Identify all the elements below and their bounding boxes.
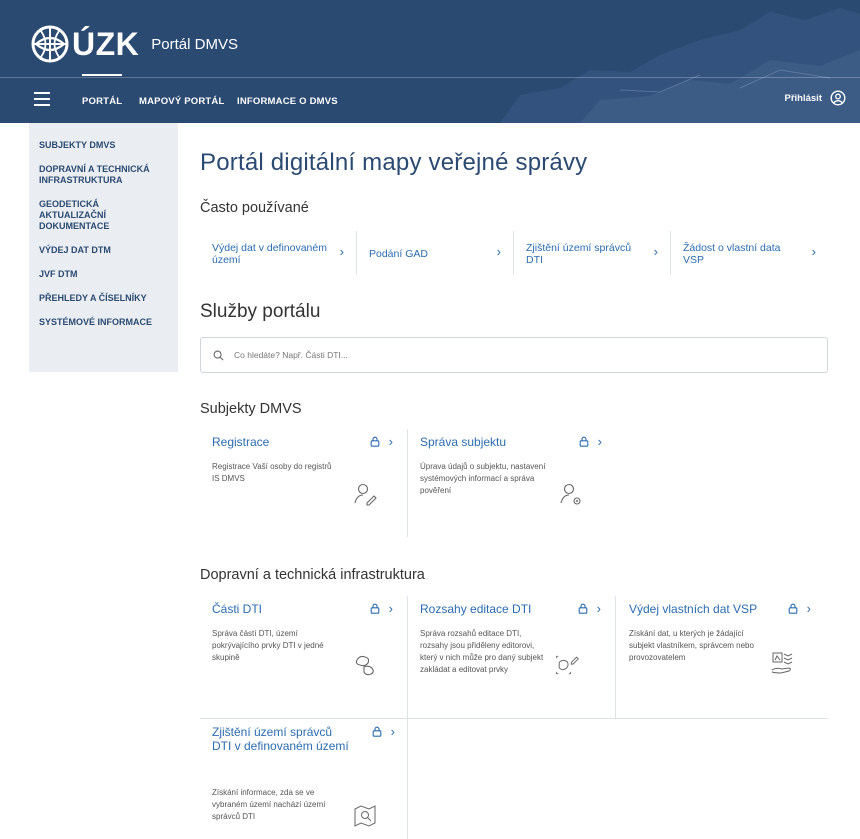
map-search-icon: [354, 805, 376, 827]
quick-links: Výdej dat v definovaném území › Podání G…: [200, 231, 830, 275]
user-edit-icon: [354, 483, 377, 506]
sidebar-item-geodetic-docs[interactable]: GEODETICKÁ AKTUALIZAČNÍ DOKUMENTACE: [29, 199, 178, 232]
card-title: Výdej vlastních dat VSP: [629, 602, 758, 616]
sidebar-item-dtm-data[interactable]: VÝDEJ DAT DTM: [29, 245, 178, 256]
sidebar-item-overviews[interactable]: PŘEHLEDY A ČÍSELNÍKY: [29, 293, 178, 304]
quick-link-label: Žádost o vlastní data VSP: [683, 242, 781, 266]
card-description: Získání informace, zda se ve vybraném úz…: [212, 788, 326, 821]
area-edit-icon: [556, 655, 579, 675]
section-heading-infrastructure: Dopravní a technická infrastruktura: [200, 567, 425, 583]
card-title: Správa subjektu: [420, 435, 507, 449]
hamburger-menu-icon[interactable]: [34, 92, 50, 106]
lock-icon: [370, 603, 380, 614]
cuzk-logo-icon: [31, 25, 69, 63]
nav-map-portal[interactable]: MAPOVÝ PORTÁL: [139, 80, 224, 123]
card-description: Získání dat, u kterých je žádající subje…: [629, 629, 754, 662]
header-divider: [0, 77, 860, 78]
quick-link-label: Výdej dat v definovaném území: [212, 242, 327, 266]
card-registration[interactable]: Registrace › Registrace Vaší osoby do re…: [200, 429, 408, 537]
login-button[interactable]: Přihlásit: [785, 90, 847, 106]
chevron-right-icon: ›: [596, 601, 601, 616]
card-description: Úprava údajů o subjektu, nastavení systé…: [420, 462, 546, 495]
user-settings-icon: [560, 483, 581, 505]
card-description: Správa rozsahů editace DTI, rozsahy jsou…: [420, 629, 544, 674]
area-group-icon: [355, 655, 374, 676]
card-vsp-own-data[interactable]: Výdej vlastních dat VSP › Získání dat, u…: [617, 596, 825, 718]
card-dti-admins-in-area[interactable]: Zjištění území správců DTI v definovaném…: [200, 719, 408, 839]
lock-icon: [370, 436, 380, 447]
card-title: Registrace: [212, 435, 270, 449]
search-input[interactable]: [234, 350, 794, 360]
sidebar-item-subjects[interactable]: SUBJEKTY DMVS: [29, 140, 178, 151]
quick-heading: Často používané: [200, 200, 309, 216]
quick-link-dti-admins[interactable]: Zjištění území správců DTI ›: [514, 231, 671, 275]
login-label: Přihlásit: [784, 92, 823, 104]
chevron-right-icon: ›: [339, 244, 344, 259]
card-dti-edit-ranges[interactable]: Rozsahy editace DTI › Správa rozsahů edi…: [408, 596, 616, 718]
card-description: Registrace Vaší osoby do registrů IS DMV…: [212, 462, 332, 483]
sidebar-item-infrastructure[interactable]: DOPRAVNÍ A TECHNICKÁ INFRASTRUKTURA: [29, 164, 178, 186]
lock-icon: [372, 726, 382, 737]
lock-icon: [788, 603, 798, 614]
chevron-right-icon: ›: [496, 244, 501, 259]
card-dti-parts[interactable]: Části DTI › Správa částí DTI, území pokr…: [200, 596, 408, 718]
user-circle-icon: [830, 90, 846, 106]
quick-link-vsp-request[interactable]: Žádost o vlastní data VSP ›: [671, 231, 828, 275]
lock-icon: [579, 436, 589, 447]
search-icon: [213, 350, 224, 360]
sidebar-item-system-info[interactable]: SYSTÉMOVÉ INFORMACE: [29, 317, 178, 328]
sidebar: SUBJEKTY DMVS DOPRAVNÍ A TECHNICKÁ INFRA…: [29, 123, 178, 372]
data-hand-icon: [771, 652, 793, 674]
nav-portal[interactable]: PORTÁL: [82, 74, 123, 123]
section-heading-subjects: Subjekty DMVS: [200, 401, 302, 417]
chevron-right-icon: ›: [390, 724, 395, 739]
search-box[interactable]: [200, 337, 828, 373]
main-nav: PORTÁL MAPOVÝ PORTÁL INFORMACE O DMVS Př…: [0, 74, 860, 123]
sidebar-item-jvf-dtm[interactable]: JVF DTM: [29, 269, 178, 280]
quick-link-gad[interactable]: Podání GAD ›: [357, 231, 514, 275]
quick-link-label: Podání GAD: [369, 248, 428, 260]
nav-dmvs-info[interactable]: INFORMACE O DMVS: [237, 80, 338, 123]
quick-link-data-release[interactable]: Výdej dat v definovaném území ›: [200, 231, 357, 275]
chevron-right-icon: ›: [388, 601, 393, 616]
chevron-right-icon: ›: [806, 601, 811, 616]
page-title: Portál digitální mapy veřejné správy: [200, 149, 588, 176]
quick-link-label: Zjištění území správců DTI: [526, 242, 632, 266]
chevron-right-icon: ›: [653, 244, 658, 259]
card-title: Zjištění území správců DTI v definovaném…: [212, 725, 349, 753]
services-heading: Služby portálu: [200, 301, 321, 322]
portal-name: Portál DMVS: [151, 35, 238, 53]
card-subject-management[interactable]: Správa subjektu › Úprava údajů o subjekt…: [408, 429, 616, 537]
logo-text: ÚZK: [72, 25, 140, 62]
lock-icon: [578, 603, 588, 614]
card-title: Rozsahy editace DTI: [420, 602, 532, 616]
chevron-right-icon: ›: [811, 244, 816, 259]
card-title: Části DTI: [212, 602, 263, 616]
chevron-right-icon: ›: [597, 434, 602, 449]
chevron-right-icon: ›: [388, 434, 393, 449]
card-description: Správa částí DTI, území pokrývajícího pr…: [212, 629, 324, 662]
logo[interactable]: ÚZK Portál DMVS: [30, 22, 238, 66]
header: ÚZK Portál DMVS PORTÁL MAPOVÝ PORTÁL INF…: [0, 0, 860, 123]
